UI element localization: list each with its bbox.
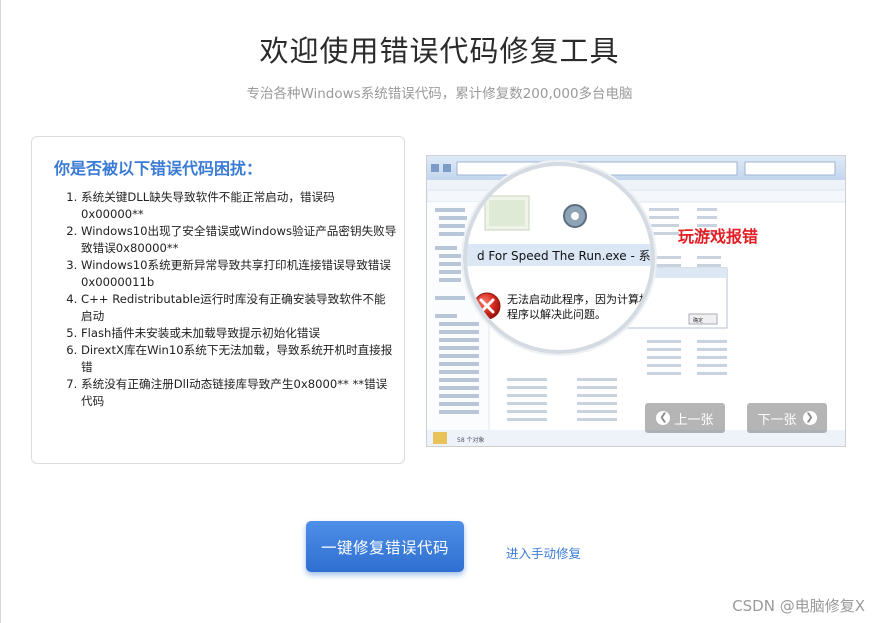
chevron-left-icon: ❮	[656, 411, 671, 425]
one-click-fix-button[interactable]: 一键修复错误代码	[306, 521, 464, 572]
error-list-item: DirextX库在Win10系统下无法加载，导致系统开机时直接报错	[81, 342, 397, 376]
annotation-label: 玩游戏报错	[678, 227, 759, 246]
error-list-item: 系统没有正确注册Dll动态链接库导致产生0x8000** **错误代码	[81, 376, 397, 410]
source-watermark: CSDN @电脑修复X	[732, 597, 865, 615]
card-title: 你是否被以下错误代码困扰：	[54, 159, 263, 178]
prev-slide-label: 上一张	[674, 412, 714, 428]
manual-fix-link[interactable]: 进入手动修复	[506, 543, 581, 562]
error-list-item: Windows10出现了安全错误或Windows验证产品密钥失败导致错误0x80…	[81, 223, 397, 257]
example-screenshot-carousel: 58 个对象 d For Speed The Run.exe - 系统错误 无法…	[426, 155, 846, 447]
chevron-right-icon: ❯	[802, 411, 817, 425]
page-title: 欢迎使用错误代码修复工具	[259, 34, 620, 68]
error-list-item: Windows10系统更新异常导致共享打印机连接错误导致错误0x0000011b	[81, 257, 397, 291]
status-count: 58 个对象	[457, 436, 485, 444]
error-list: 系统关键DLL缺失导致软件不能正常启动，错误码0x00000** Windows…	[48, 189, 397, 410]
error-list-item: C++ Redistributable运行时库没有正确安装导致软件不能启动	[81, 291, 397, 325]
error-list-item: 系统关键DLL缺失导致软件不能正常启动，错误码0x00000**	[81, 189, 397, 223]
error-list-card: 你是否被以下错误代码困扰： 系统关键DLL缺失导致软件不能正常启动，错误码0x0…	[31, 136, 405, 464]
dialog-message-line2: 程序以解决此问题。	[507, 307, 606, 321]
next-slide-label: 下一张	[757, 412, 797, 428]
page-subtitle: 专治各种Windows系统错误代码，累计修复数200,000多台电脑	[246, 86, 633, 102]
prev-slide-button[interactable]: ❮ 上一张	[645, 403, 725, 433]
dialog-ok-button: 确定	[693, 317, 703, 324]
error-list-item: Flash插件未安装或未加载导致提示初始化错误	[81, 325, 397, 342]
next-slide-button[interactable]: 下一张 ❯	[747, 403, 827, 433]
